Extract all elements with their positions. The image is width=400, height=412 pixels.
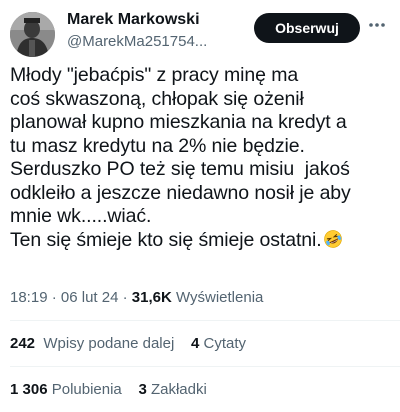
- tweet-line: Młody "jebaćpis" z pracy minę ma: [10, 64, 299, 86]
- author-handle[interactable]: @MarekMa251754...: [67, 32, 207, 52]
- views-label: Wyświetlenia: [175, 289, 264, 306]
- stats-row-likes: 1 306 Polubienia 3 Zakładki: [10, 380, 207, 400]
- reposts-count: 242: [10, 335, 36, 352]
- quotes-stat[interactable]: 4 Cytaty: [191, 335, 246, 352]
- more-options-icon[interactable]: [366, 14, 388, 36]
- rolling-on-floor-laughing-icon: [323, 229, 343, 249]
- tweet-meta: 18:19 · 06 lut 24 · 31,6K Wyświetlenia: [10, 288, 263, 308]
- avatar-image: [10, 12, 55, 57]
- stats-row-reposts: 242 Wpisy podane dalej 4 Cytaty: [10, 334, 246, 354]
- author-display-name[interactable]: Marek Markowski: [67, 10, 207, 30]
- views-count: 31,6K: [131, 289, 172, 306]
- likes-label: Polubienia: [51, 381, 122, 398]
- follow-button[interactable]: Obserwuj: [254, 13, 360, 43]
- bookmarks-stat[interactable]: 3 Zakładki: [138, 381, 206, 398]
- tweet-line: Serduszko PO też się temu misiu jakoś: [10, 158, 350, 180]
- tweet-line: Ten się śmieje kto się śmieje ostatni.: [10, 228, 322, 251]
- tweet-text: Młody "jebaćpis" z pracy minę ma coś skw…: [10, 64, 390, 252]
- meta-separator: ·: [51, 289, 57, 306]
- tweet-line: coś skwaszoną, chłopak się ożenił: [10, 87, 304, 110]
- tweet-line: odkleiło a jeszcze niedawno nosił je aby: [10, 181, 351, 204]
- tweet-date[interactable]: 06 lut 24: [61, 289, 119, 306]
- tweet-header: Marek Markowski @MarekMa251754... Obserw…: [10, 8, 388, 57]
- divider: [10, 366, 400, 367]
- reposts-stat[interactable]: 242 Wpisy podane dalej: [10, 335, 174, 352]
- tweet-line: mnie wk.....wiać.: [10, 205, 152, 227]
- bookmarks-count: 3: [138, 381, 147, 398]
- bookmarks-label: Zakładki: [150, 381, 207, 398]
- likes-stat[interactable]: 1 306 Polubienia: [10, 381, 122, 398]
- tweet-time[interactable]: 18:19: [10, 289, 48, 306]
- quotes-label: Cytaty: [203, 335, 246, 352]
- divider: [10, 320, 400, 321]
- avatar[interactable]: [10, 12, 55, 57]
- author-names: Marek Markowski @MarekMa251754...: [67, 10, 207, 52]
- reposts-label: Wpisy podane dalej: [43, 335, 175, 352]
- likes-count: 1 306: [10, 381, 48, 398]
- tweet-line: planował kupno mieszkania na kredyt a: [10, 111, 347, 133]
- tweet-line: tu masz kredytu na 2% nie będzie.: [10, 134, 305, 157]
- quotes-count: 4: [190, 335, 200, 352]
- meta-separator: ·: [122, 289, 128, 306]
